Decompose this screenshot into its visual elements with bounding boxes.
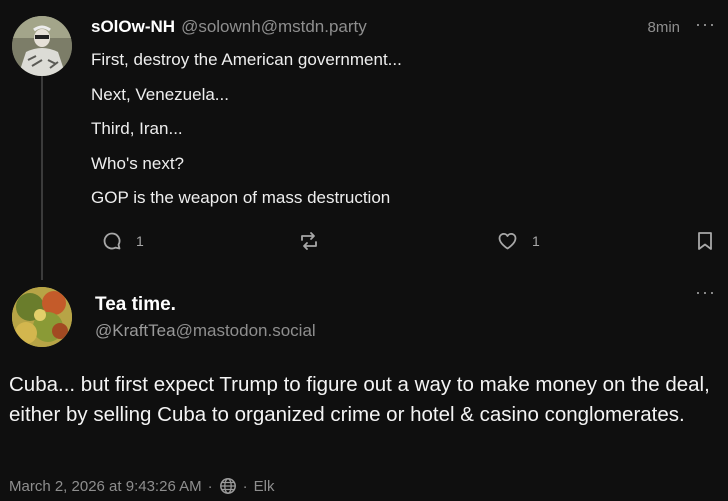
favourite-icon — [497, 231, 518, 251]
content-line: Who's next? — [91, 153, 185, 173]
client-name: Elk — [253, 477, 275, 495]
avatar[interactable] — [12, 287, 72, 347]
post-content: First, destroy the American government..… — [91, 50, 402, 223]
display-name[interactable]: Tea time. — [95, 294, 176, 316]
globe-icon — [219, 477, 237, 495]
post-header: sOlOw-NH @solownh@mstdn.party — [91, 17, 367, 37]
post-content: Cuba... but first expect Trump to figure… — [9, 373, 710, 426]
favourite-button[interactable]: 1 — [497, 231, 540, 251]
handle-user: @KraftTea — [95, 321, 176, 340]
more-icon[interactable]: ··· — [695, 282, 716, 303]
post-actions: 1 1 — [0, 231, 728, 255]
reply-icon — [102, 231, 122, 251]
content-line: Next, Venezuela... — [91, 84, 229, 104]
handle-server: @mastodon.social — [175, 321, 316, 340]
separator: · — [242, 477, 248, 495]
parent-post[interactable]: sOlOw-NH @solownh@mstdn.party 8min ··· Fi… — [0, 0, 728, 280]
post-meta: March 2, 2026 at 9:43:26 AM · · Elk — [9, 477, 274, 495]
content-line: GOP is the weapon of mass destruction — [91, 188, 391, 207]
post-time[interactable]: 8min — [647, 19, 680, 36]
display-name[interactable]: sOlOw-NH — [91, 17, 175, 36]
reply-button[interactable]: 1 — [102, 231, 144, 251]
bookmark-button[interactable] — [696, 231, 714, 251]
reply-count: 1 — [136, 233, 144, 249]
account-handle[interactable]: @solownh@mstdn.party — [181, 17, 367, 36]
toot-thread: sOlOw-NH @solownh@mstdn.party 8min ··· Fi… — [0, 0, 728, 501]
boost-icon — [298, 231, 320, 251]
avatar[interactable] — [12, 16, 72, 76]
content-line: First, destroy the American government..… — [91, 50, 402, 69]
content-line: Third, Iran... — [91, 119, 183, 138]
account-handle[interactable]: @KraftTea@mastodon.social — [95, 321, 316, 341]
post-date[interactable]: March 2, 2026 at 9:43:26 AM — [9, 478, 202, 495]
favourite-count: 1 — [532, 233, 540, 249]
bookmark-icon — [696, 231, 714, 251]
more-icon[interactable]: ··· — [695, 14, 716, 35]
separator: · — [207, 477, 213, 495]
boost-button[interactable] — [298, 231, 320, 251]
